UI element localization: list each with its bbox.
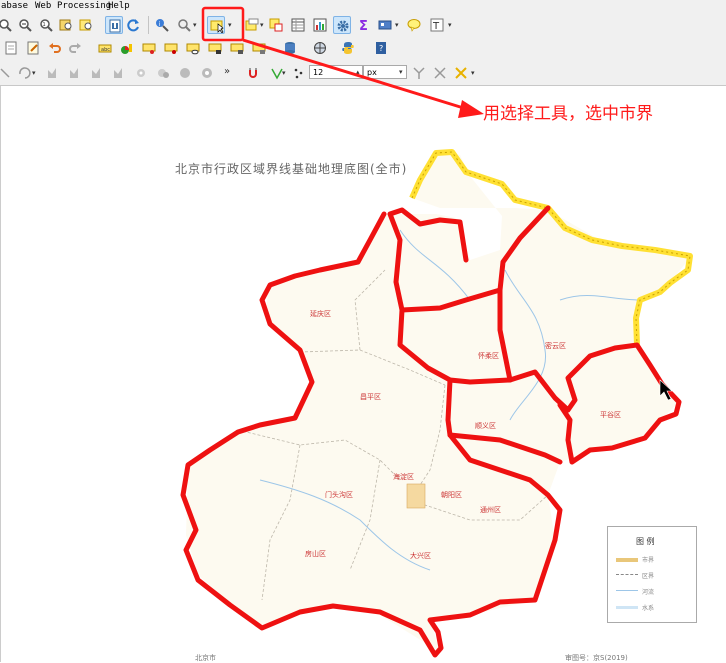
district-label: 朝阳区 xyxy=(441,491,462,499)
legend-label: 水系 xyxy=(642,605,655,612)
district-label: 昌平区 xyxy=(360,393,381,401)
map-legend: 图 例 市界 区界 河流 水系 xyxy=(607,526,697,623)
legend-label: 市界 xyxy=(642,557,655,564)
legend-swatch xyxy=(616,590,638,591)
legend-swatch xyxy=(616,574,638,575)
legend-row: 水系 xyxy=(616,603,692,612)
legend-label: 河流 xyxy=(642,589,655,596)
district-label: 延庆区 xyxy=(310,310,331,318)
district-label: 大兴区 xyxy=(410,552,431,560)
legend-swatch xyxy=(616,558,638,562)
legend-row: 市界 xyxy=(616,555,692,564)
legend-label: 区界 xyxy=(642,573,655,580)
district-label: 怀柔区 xyxy=(478,352,499,360)
district-label: 门头沟区 xyxy=(325,491,353,499)
district-label: 通州区 xyxy=(480,506,501,514)
district-label: 房山区 xyxy=(305,550,326,558)
capital-core-area xyxy=(406,483,426,509)
district-label: 海淀区 xyxy=(393,473,414,481)
legend-swatch xyxy=(616,606,638,609)
district-label: 顺义区 xyxy=(475,422,496,430)
legend-title: 图 例 xyxy=(636,537,655,546)
legend-row: 河流 xyxy=(616,587,692,596)
select-tool-highlight-box xyxy=(201,6,245,42)
annotation-arrow-line xyxy=(242,38,471,112)
district-label: 平谷区 xyxy=(600,411,621,419)
annotation-arrow-head xyxy=(458,100,484,118)
legend-row: 区界 xyxy=(616,571,692,580)
map-title: 北京市行政区域界线基础地理底图(全市) xyxy=(175,162,408,176)
district-label: 密云区 xyxy=(545,342,566,350)
annotation-text: 用选择工具，选中市界 xyxy=(483,104,653,124)
